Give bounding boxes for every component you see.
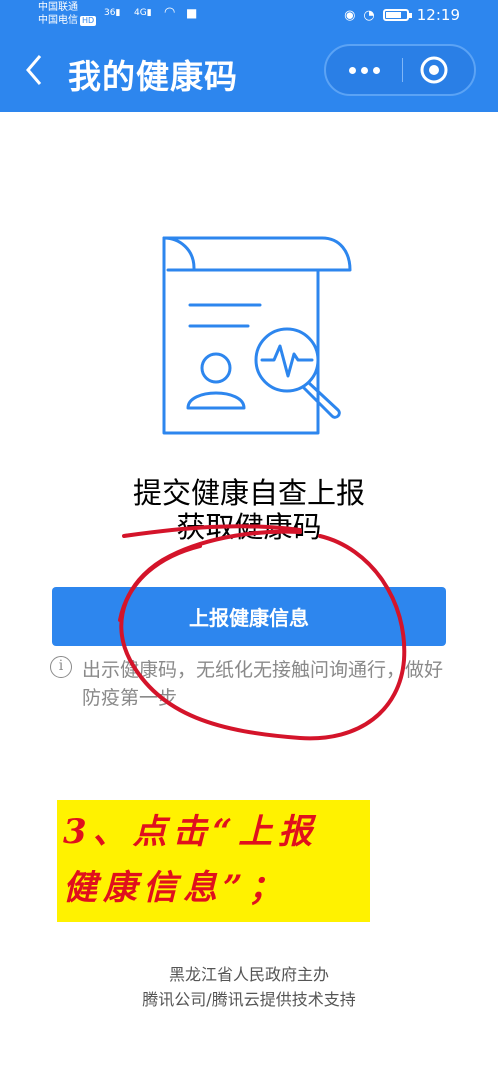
carrier-1: 中国联通 — [38, 2, 78, 13]
heading-line-2: 获取健康码 — [176, 510, 322, 544]
clock: 12:19 — [416, 6, 460, 24]
footer-line-2: 腾讯公司/腾讯云提供技术支持 — [142, 990, 356, 1009]
video-icon: ■ — [186, 6, 198, 20]
signal-2-icon: 4G▮ — [134, 8, 152, 18]
close-button[interactable] — [418, 54, 450, 86]
more-icon — [348, 66, 356, 74]
back-button[interactable] — [20, 48, 50, 92]
hint-text: 出示健康码，无纸化无接触问询通行，做好防疫第一步 — [82, 659, 444, 709]
status-bar: 中国联通 中国电信 HD 36▮ 4G▮ ◠ ■ ◉ ◔ 12:19 — [0, 0, 498, 30]
wifi-icon: ◠ — [164, 5, 176, 20]
step-annotation-line-2: 健康信息”； — [63, 868, 289, 908]
capsule-divider — [402, 58, 403, 82]
step-annotation: 3、点击“上报 健康信息”； — [57, 800, 370, 922]
carrier-info: 中国联通 中国电信 HD — [38, 1, 97, 27]
signal-1-icon: 36▮ — [104, 8, 121, 18]
back-icon — [26, 55, 42, 85]
speed-icon: ◔ — [363, 7, 375, 23]
battery-icon — [382, 9, 412, 21]
page-title: 我的健康码 — [68, 57, 238, 96]
eye-icon: ◉ — [344, 7, 356, 23]
status-right: ◉ ◔ 12:19 — [344, 6, 460, 24]
carrier-2: 中国电信 — [38, 15, 78, 26]
close-target-icon — [420, 56, 448, 84]
report-health-info-button[interactable]: 上报健康信息 — [52, 587, 446, 646]
footer-line-1: 黑龙江省人民政府主办 — [168, 965, 329, 984]
miniprogram-capsule — [324, 44, 476, 96]
hd-badge: HD — [80, 16, 97, 26]
step-annotation-line-1: 3、点击“上报 — [63, 812, 319, 852]
document-search-illustration — [162, 236, 352, 435]
footer: 黑龙江省人民政府主办 腾讯公司/腾讯云提供技术支持 — [0, 962, 498, 1012]
more-button[interactable] — [326, 46, 402, 94]
info-icon: i — [50, 656, 72, 678]
nav-bar: 我的健康码 — [0, 30, 498, 112]
